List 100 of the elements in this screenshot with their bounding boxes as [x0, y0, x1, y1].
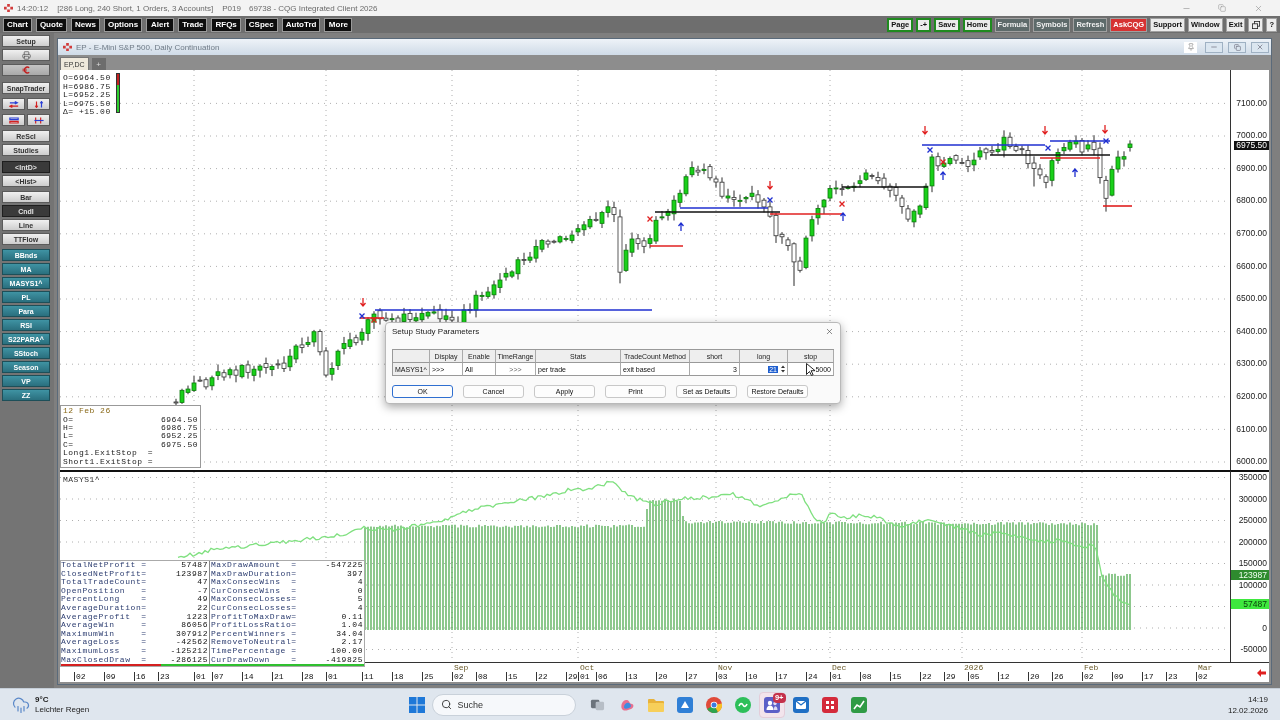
weather-condition: Leichter Regen [35, 704, 90, 715]
minimize-button[interactable] [1205, 41, 1223, 53]
clock-time: 14:20:12 [17, 3, 49, 13]
statistic-name: CurDrawDown = [211, 655, 297, 665]
temperature: 9°C [35, 694, 50, 705]
overlapping-windows-icon [590, 697, 605, 712]
toolbar-button[interactable] [1248, 17, 1264, 32]
date-label: 02 [74, 672, 86, 681]
statistic-name: ProfitToMaxDraw= [211, 612, 297, 622]
restore-button[interactable] [1228, 41, 1246, 53]
axis-label: 6400.00 [1236, 326, 1267, 336]
date-label: 08 [860, 672, 872, 681]
menu-button[interactable]: Alert [146, 17, 175, 32]
date-label: 22 [920, 672, 932, 681]
toolbar-button[interactable] [2, 64, 50, 76]
date-label: 24 [806, 672, 818, 681]
axis-label: 7100.00 [1236, 98, 1267, 108]
statistic-value: -7 [196, 586, 209, 596]
close-icon[interactable] [825, 327, 834, 336]
app-title: 69738 - CQG Integrated Client 2026 [248, 3, 378, 13]
spinner-arrows-icon[interactable] [781, 365, 785, 373]
date-label: 16 [134, 672, 146, 681]
clock-time: 14:19 [1247, 693, 1268, 705]
up-down-arrows-icon [33, 100, 44, 108]
statistic-name: ClosedNetProfit= [61, 569, 147, 579]
close-button[interactable] [1251, 41, 1269, 53]
mouse-pointer-icon [806, 363, 815, 376]
date-label: 09 [1112, 672, 1124, 681]
cross-marker [926, 146, 934, 154]
trade-level-line [1049, 140, 1111, 142]
date-label: 18 [392, 672, 404, 681]
date-label: 02 [452, 672, 464, 681]
date-label: 13 [626, 672, 638, 681]
down-arrow-marker [359, 297, 367, 307]
date-label: 21 [272, 672, 284, 681]
ohlc-reading: L=6952.25 [63, 91, 111, 100]
toolbar-button[interactable] [2, 98, 25, 110]
menu-button[interactable]: News [71, 17, 100, 32]
up-arrow-marker [939, 171, 947, 181]
swap-arrows-icon [8, 100, 19, 108]
arrow-left-icon[interactable] [1257, 669, 1266, 677]
ohlc-value: 6986.75 [160, 423, 198, 433]
menu-button[interactable]: RFQs [211, 17, 241, 32]
date-label: 14 [242, 672, 254, 681]
toolbar-button[interactable] [2, 114, 25, 126]
menu-button[interactable]: Quote [35, 17, 67, 32]
dialog-title: Setup Study Parameters [392, 327, 480, 336]
statistic-value: -42562 [174, 638, 209, 647]
statistic-value: 1.04 [340, 621, 364, 630]
ohlc-reading: O=6964.50 [63, 74, 111, 83]
ohlc-reading: H=6986.75 [63, 82, 111, 92]
axis-label: 150000 [1238, 559, 1267, 568]
date-label: 22 [536, 672, 548, 681]
toolbar-button[interactable] [27, 98, 50, 110]
statistic-name: MaximumWin = [61, 629, 147, 639]
menu-button[interactable]: Trade [178, 17, 208, 32]
statistic-name: AverageProfit = [61, 612, 147, 621]
statistic-value: 2.17 [340, 638, 364, 647]
exit-stop-label: Short1.ExitStop = [63, 457, 155, 466]
statistic-value: 22 [196, 603, 209, 613]
print-button[interactable] [2, 49, 50, 61]
statistic-name: TotalNetProfit = [61, 561, 147, 570]
new-tab-button[interactable]: + [91, 58, 106, 70]
ohlc-reading: L=6975.50 [63, 99, 111, 109]
trade-level-line [649, 245, 684, 247]
range-bar-icon [116, 73, 120, 113]
date-label: 01 [194, 672, 206, 681]
date-label: 15 [506, 672, 518, 681]
date-label: 28 [302, 672, 314, 681]
up-arrow-marker [1071, 168, 1079, 178]
date-label: 02 [1082, 672, 1094, 681]
date-label: 01 [830, 672, 842, 681]
ohlc-label: C= [63, 440, 74, 450]
chat-bubble-icon [734, 696, 751, 713]
restore-icon [1233, 43, 1241, 51]
menu-button[interactable]: More [324, 17, 353, 32]
axis-label: 6300.00 [1236, 359, 1267, 369]
cross-marker [766, 196, 774, 204]
statistic-value: 397 [345, 569, 364, 579]
down-arrow-marker [1041, 125, 1049, 135]
axis-label: 6500.00 [1236, 294, 1267, 304]
cloud-rain-icon [12, 695, 30, 714]
toolbar-button[interactable] [27, 114, 50, 126]
statistic-value: 123987 [174, 569, 209, 579]
date-label: 12 [998, 672, 1010, 681]
axis-label: 6600.00 [1236, 261, 1267, 271]
search-field[interactable]: Suche [431, 693, 576, 716]
windows-logo-icon[interactable] [408, 696, 425, 713]
axis-label: 6200.00 [1236, 391, 1267, 401]
ohlc-label: H= [63, 423, 74, 433]
month-label: 2026 [964, 663, 984, 672]
menu-button[interactable]: CSpec [244, 17, 278, 32]
statistic-value: 5 [356, 595, 364, 604]
menu-button[interactable]: Options [103, 17, 143, 32]
pin-icon[interactable] [1186, 43, 1195, 51]
menu-button[interactable]: AutoTrd [281, 17, 321, 32]
close-icon[interactable] [1253, 3, 1263, 13]
statistic-value: 1223 [185, 612, 209, 622]
ohlc-value: 6975.50 [160, 440, 198, 450]
menu-button[interactable]: Chart [3, 17, 32, 32]
